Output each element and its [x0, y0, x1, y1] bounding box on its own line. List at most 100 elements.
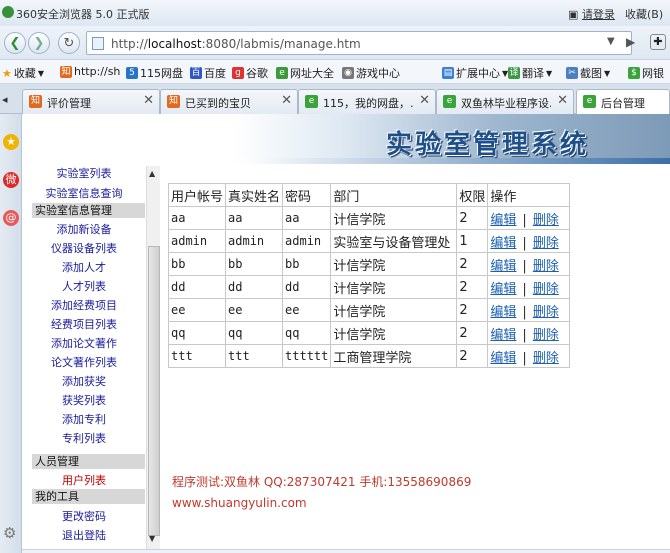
action-separator: | — [522, 235, 527, 251]
scroll-up-icon[interactable]: ▲ — [149, 169, 155, 178]
mail-icon[interactable]: @ — [3, 210, 19, 226]
close-icon[interactable]: ✕ — [557, 93, 568, 108]
menu-icon[interactable]: ✚ — [650, 34, 666, 50]
scissors-icon: ✂ — [566, 67, 578, 79]
delete-link[interactable]: 删除 — [533, 259, 559, 274]
scroll-down-icon[interactable]: ▼ — [149, 534, 155, 543]
table-row: ee ee ee 计信学院 2 编辑 | 删除 — [167, 298, 571, 322]
cell-permission: 1 — [456, 229, 489, 253]
action-separator: | — [522, 281, 527, 297]
delete-link[interactable]: 删除 — [533, 328, 559, 343]
menu-item[interactable]: 添加专利 — [22, 411, 146, 427]
table-row: bb bb bb 计信学院 2 编辑 | 删除 — [167, 252, 571, 276]
close-icon[interactable]: ✕ — [419, 93, 430, 108]
edit-link[interactable]: 编辑 — [490, 305, 516, 320]
menu-item[interactable]: 实验室信息查询 — [22, 185, 146, 201]
menu-item[interactable]: 仪器设备列表 — [22, 240, 146, 256]
cell-name: aa — [225, 206, 284, 230]
menu-item[interactable]: 实验室列表 — [22, 165, 146, 181]
address-bar[interactable]: http://localhost:8080/labmis/manage.htm … — [86, 31, 632, 55]
back-button[interactable]: ❮ — [4, 32, 26, 54]
favorites-menu[interactable]: 收藏(B) — [625, 6, 663, 22]
footer-website[interactable]: www.shuangyulin.com — [172, 496, 307, 510]
action-separator: | — [522, 304, 527, 320]
delete-link[interactable]: 删除 — [533, 236, 559, 251]
menu-section-tools[interactable]: 我的工具 — [32, 489, 145, 504]
bookmarks-bar: ★ 收藏 ▼ 知 http://sh 5 115网盘 百百度 g 谷歌 e 网址大全 ◉ 游戏… — [0, 60, 670, 84]
bookmark-favorites[interactable]: ★ 收藏 ▼ — [2, 65, 44, 81]
tab-admin[interactable]: e 后台管理 — [576, 89, 670, 115]
menu-item[interactable]: 获奖列表 — [22, 392, 146, 408]
go-arrow-icon[interactable]: ▶ — [626, 35, 635, 49]
bookmark-screenshot[interactable]: ✂ 截图 ▼ — [566, 65, 610, 81]
bookmark-extensions[interactable]: ▤ 扩展中心 ▼ — [442, 65, 508, 81]
sidebar-toggle-icon[interactable]: ◂ — [2, 93, 8, 106]
edit-link[interactable]: 编辑 — [490, 282, 516, 297]
tab-purchased[interactable]: 知 已买到的宝贝 ✕ — [160, 89, 298, 114]
star-icon[interactable]: ★ — [3, 134, 19, 150]
bookmark-hao[interactable]: e 网址大全 — [276, 65, 334, 81]
edit-link[interactable]: 编辑 — [490, 259, 516, 274]
menu-scrollbar[interactable]: ▲ ▼ — [146, 166, 160, 549]
cell-password: dd — [282, 275, 332, 299]
cell-permission: 2 — [456, 206, 489, 230]
menu-item-user-list[interactable]: 用户列表 — [22, 472, 146, 488]
scrollbar-thumb[interactable] — [148, 246, 160, 536]
menu-item[interactable]: 论文著作列表 — [22, 354, 146, 370]
menu-item[interactable]: 经费项目列表 — [22, 316, 146, 332]
cell-dept: 计信学院 — [330, 321, 458, 345]
bookmark-115[interactable]: 5 115网盘 — [126, 65, 183, 81]
tab-site-icon: e — [305, 95, 318, 108]
tab-115-disk[interactable]: e 115，我的网盘，... ✕ — [298, 89, 436, 114]
bookmark-games[interactable]: ◉ 游戏中心 — [342, 65, 400, 81]
browser-logo-icon — [2, 6, 14, 18]
close-icon[interactable]: ✕ — [281, 93, 292, 108]
gear-icon[interactable]: ⚙ — [3, 524, 16, 542]
footer-contact: 程序测试:双鱼林 QQ:287307421 手机:13558690869 — [172, 475, 472, 489]
edit-link[interactable]: 编辑 — [490, 328, 516, 343]
menu-section-lab[interactable]: 实验室信息管理 — [32, 203, 145, 218]
tab-shuangyulin[interactable]: e 双鱼林毕业程序设... ✕ — [436, 89, 574, 114]
menu-section-people[interactable]: 人员管理 — [32, 454, 145, 469]
bookmark-google[interactable]: g 谷歌 — [232, 65, 268, 81]
menu-item[interactable]: 更改密码 — [22, 508, 146, 524]
menu-item[interactable]: 添加新设备 — [22, 221, 146, 237]
menu-item[interactable]: 人才列表 — [22, 278, 146, 294]
delete-link[interactable]: 删除 — [533, 213, 559, 228]
menu-item[interactable]: 添加论文著作 — [22, 335, 146, 351]
table-row: qq qq qq 计信学院 2 编辑 | 删除 — [167, 321, 571, 345]
cell-password: admin — [282, 229, 332, 253]
bookmark-translate[interactable]: 译翻译 ▼ — [508, 65, 552, 81]
menu-item[interactable]: 退出登陆 — [22, 527, 146, 543]
header-dept: 部门 — [330, 183, 458, 207]
bookmark-sh[interactable]: 知 http://sh — [60, 65, 120, 78]
forward-button[interactable]: ❯ — [28, 32, 50, 54]
cell-name: ee — [225, 298, 284, 322]
cell-dept: 工商管理学院 — [330, 344, 458, 368]
delete-link[interactable]: 删除 — [533, 305, 559, 320]
weibo-icon[interactable]: 微 — [3, 172, 19, 188]
edit-link[interactable]: 编辑 — [490, 213, 516, 228]
menu-item[interactable]: 添加获奖 — [22, 373, 146, 389]
cell-name: dd — [225, 275, 284, 299]
window-title: 360安全浏览器 5.0 正式版 — [16, 8, 150, 21]
bookmark-bank[interactable]: $ 网银 — [628, 65, 664, 81]
edit-link[interactable]: 编辑 — [490, 236, 516, 251]
close-icon[interactable]: ✕ — [143, 93, 154, 108]
delete-link[interactable]: 删除 — [533, 351, 559, 366]
delete-link[interactable]: 删除 — [533, 282, 559, 297]
page-icon — [92, 37, 104, 50]
menu-item[interactable]: 添加经费项目 — [22, 297, 146, 313]
chevron-down-icon[interactable]: ▼ — [607, 36, 615, 47]
edit-link[interactable]: 编辑 — [490, 351, 516, 366]
header-permission: 权限 — [456, 183, 489, 207]
login-link[interactable]: ▣ 请登录 — [568, 6, 615, 22]
menu-item[interactable]: 专利列表 — [22, 430, 146, 446]
tab-evaluation[interactable]: 知 评价管理 ✕ — [22, 89, 160, 114]
tab-site-icon: 知 — [167, 95, 180, 108]
bookmark-baidu[interactable]: 百百度 — [190, 65, 226, 81]
menu-item[interactable]: 添加人才 — [22, 259, 146, 275]
refresh-button[interactable]: ↻ — [58, 32, 80, 54]
address-url: http://localhost:8080/labmis/manage.htm — [111, 37, 361, 51]
action-separator: | — [522, 350, 527, 366]
